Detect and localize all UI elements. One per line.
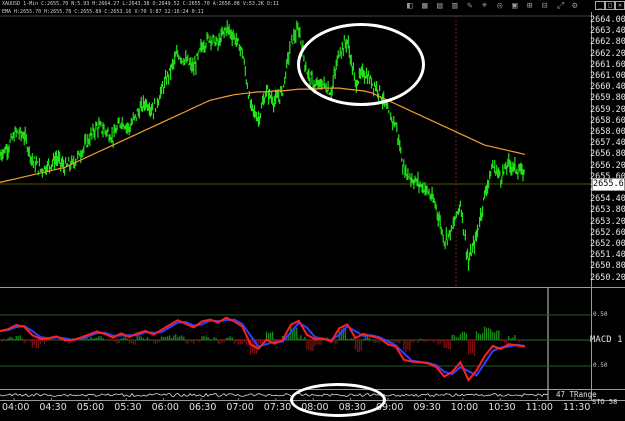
macd-lower-value: 0.50	[593, 362, 608, 369]
macd-indicator	[0, 316, 526, 383]
price-tick-label: 2659.80	[590, 93, 625, 104]
bottom-indicator-line	[0, 392, 549, 398]
price-tick-label: 2664.00	[590, 15, 625, 25]
price-tick-label: 2654.40	[590, 194, 625, 205]
bottom-indicator-label-2: STO 58	[592, 398, 618, 406]
price-tick-label: 2658.00	[590, 127, 625, 137]
macd-line	[0, 316, 526, 383]
price-tick-label: 2656.20	[590, 160, 625, 171]
price-tick-label: 2652.00	[590, 239, 625, 249]
bottom-indicator-label: 47 TRange	[556, 390, 597, 399]
price-tick-label: 2652.60	[590, 227, 625, 238]
price-tick-label: 2653.20	[590, 216, 625, 227]
macd-label: MACD 1	[590, 335, 623, 345]
price-tick-label: 2650.80	[590, 261, 625, 272]
price-tick-label: 2662.80	[590, 37, 625, 48]
price-tick-label: 2651.40	[590, 250, 625, 261]
bottom-indicator	[0, 392, 549, 398]
price-tick-label: 2657.40	[590, 138, 625, 149]
price-tick-label: 2658.60	[590, 115, 625, 126]
price-tick-label: 2659.20	[590, 104, 625, 115]
highlight-oval-time	[290, 383, 386, 417]
price-tick-label: 2661.60	[590, 59, 625, 70]
price-tick-label: 2662.20	[590, 48, 625, 59]
price-tick-label: 2661.00	[590, 71, 625, 81]
price-tick-label: 2650.20	[590, 272, 625, 283]
price-tick-label: 2663.40	[590, 26, 625, 37]
current-price-label: 2655.67	[592, 178, 625, 191]
macd-upper-value: 0.50	[593, 311, 608, 318]
price-tick-label: 2660.40	[590, 82, 625, 93]
highlight-oval-price	[297, 23, 425, 106]
price-tick-label: 2653.80	[590, 205, 625, 216]
price-tick-label: 2656.80	[590, 149, 625, 160]
